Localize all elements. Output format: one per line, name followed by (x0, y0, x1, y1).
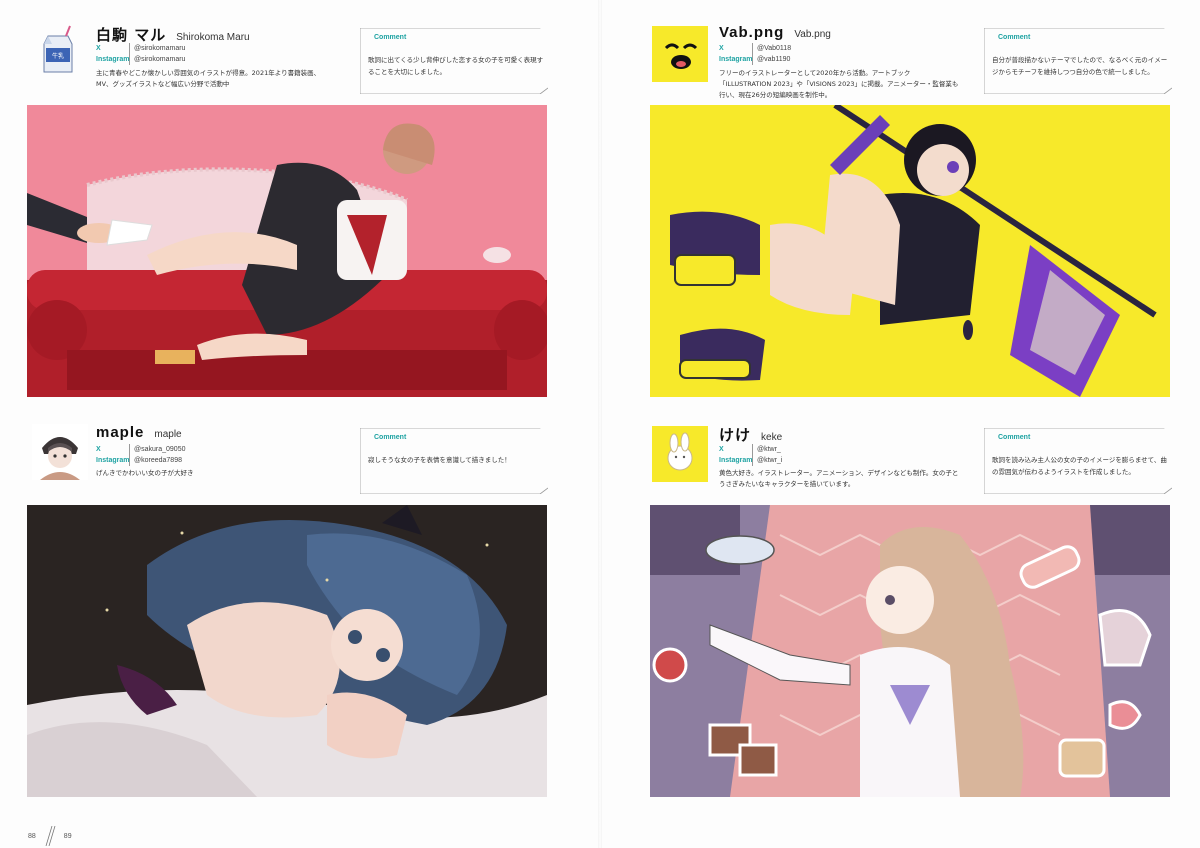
sns-list: X @sakura_09050 Instagram @koreeda7898 (96, 444, 185, 466)
artist-name-jp: maple (96, 424, 145, 441)
book-gutter (598, 0, 602, 848)
sns-list: X @Vab0118 Instagram @vab1190 (719, 43, 791, 65)
artist-name-romaji: maple (154, 429, 182, 440)
x-handle-link[interactable]: @ktwr_ (757, 444, 781, 455)
comment-text: 歌詞に出てくる少し背伸びした恋する女の子を可愛く表現することを大切にしました。 (368, 56, 544, 76)
instagram-label: Instagram (96, 54, 130, 65)
left-page-number: 88 (28, 832, 36, 840)
comment-text: 寂しそうな女の子を表情を意識して描きました！ (368, 456, 511, 464)
artist-name-row: 白駒 マル Shirokoma Maru (96, 24, 250, 45)
comment-label: Comment (374, 34, 407, 41)
x-label: X (96, 444, 130, 455)
artist-name-romaji: Vab.png (794, 29, 831, 40)
comment-box: Comment 自分が普段描かないテーマでしたので、なるべく元のイメージからモチ… (984, 28, 1172, 94)
instagram-label: Instagram (719, 455, 753, 466)
instagram-label: Instagram (719, 54, 753, 65)
artist-name-row: けけ keke (719, 424, 782, 445)
artist-bio: フリーのイラストレーターとして2020年から活動。アートブック「ILLUSTRA… (719, 69, 959, 99)
comment-box: Comment 歌詞を読み込み主人公の女の子のイメージを膨らませて、曲の雰囲気が… (984, 428, 1172, 494)
sns-list: X @sirokomamaru Instagram @sirokomamaru (96, 43, 185, 65)
x-handle-link[interactable]: @Vab0118 (757, 43, 791, 54)
x-label: X (96, 43, 130, 54)
artist-bio: 主に青春やどこか懐かしい雰囲気のイラストが得意。2021年より書籍装画、MV、グ… (96, 69, 321, 88)
bunny-character-icon (652, 426, 708, 482)
illustration-keke (650, 505, 1170, 797)
illustration-shirokoma (27, 105, 547, 397)
comment-label: Comment (374, 434, 407, 441)
x-handle-link[interactable]: @sakura_09050 (134, 444, 185, 455)
comment-box: Comment 寂しそうな女の子を表情を意識して描きました！ (360, 428, 548, 494)
artist-name-romaji: keke (761, 432, 783, 443)
instagram-handle-link[interactable]: @ktwr_i (757, 455, 782, 466)
right-page-number: 89 (63, 832, 72, 840)
comment-label: Comment (998, 434, 1031, 441)
artist-name-jp: 白駒 マル (96, 26, 167, 44)
illustration-vab (650, 105, 1170, 397)
illustration-maple (27, 505, 547, 797)
sns-list: X @ktwr_ Instagram @ktwr_i (719, 444, 782, 466)
artist-bio: 黄色大好き。イラストレーター。アニメーション、デザインなども制作。女の子とうさぎ… (719, 469, 959, 488)
artist-name-romaji: Shirokoma Maru (176, 32, 250, 43)
instagram-handle-link[interactable]: @koreeda7898 (134, 455, 182, 466)
artist-name-row: maple maple (96, 424, 182, 441)
svg-text:牛乳: 牛乳 (52, 52, 64, 60)
artist-name-jp: Vab.png (719, 24, 785, 41)
x-handle-link[interactable]: @sirokomamaru (134, 43, 185, 54)
instagram-label: Instagram (96, 455, 130, 466)
instagram-handle-link[interactable]: @sirokomamaru (134, 54, 185, 65)
book-spread: 牛乳 白駒 マル Shirokoma Maru X @sirokomamaru I… (0, 0, 1200, 848)
milk-carton-icon: 牛乳 (32, 22, 88, 78)
comment-text: 歌詞を読み込み主人公の女の子のイメージを膨らませて、曲の雰囲気が伝わるようイラス… (992, 456, 1167, 476)
comment-box: Comment 歌詞に出てくる少し背伸びした恋する女の子を可愛く表現することを大… (360, 28, 548, 94)
girl-portrait-icon (32, 424, 88, 480)
artist-bio: げんきでかわいい女の子が大好き (96, 469, 194, 477)
comment-label: Comment (998, 34, 1031, 41)
comment-text: 自分が普段描かないテーマでしたので、なるべく元のイメージからモチーフを維持しつつ… (992, 56, 1168, 76)
x-label: X (719, 43, 753, 54)
folio-divider (42, 825, 58, 847)
page-folio: 88 89 (28, 825, 72, 847)
yellow-smiley-icon (652, 26, 708, 82)
x-label: X (719, 444, 753, 455)
artist-name-row: Vab.png Vab.png (719, 24, 831, 41)
instagram-handle-link[interactable]: @vab1190 (757, 54, 790, 65)
artist-name-jp: けけ (719, 426, 752, 444)
